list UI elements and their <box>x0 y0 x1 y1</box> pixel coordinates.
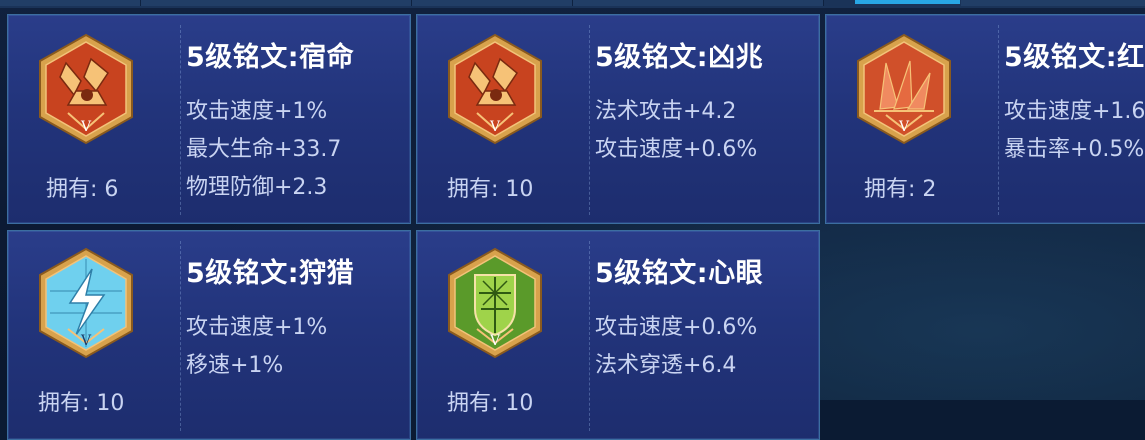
rune-stat: 攻击速度+1.6 <box>1004 99 1145 124</box>
rune-stat: 攻击速度+0.6% <box>595 315 758 340</box>
svg-text:V: V <box>489 333 501 349</box>
svg-text:V: V <box>80 119 92 135</box>
svg-text:V: V <box>489 119 501 135</box>
rune-title: 5级铭文:凶兆 <box>595 42 764 73</box>
card-divider <box>589 241 590 431</box>
owned-count: 拥有: 10 <box>447 391 534 416</box>
tab-segment[interactable] <box>412 0 573 6</box>
owned-count: 拥有: 2 <box>864 177 937 202</box>
red-petal-rune-icon: V <box>36 33 136 148</box>
rune-title: 5级铭文:红 <box>1004 42 1145 73</box>
rune-card[interactable]: V 5级铭文:凶兆 法术攻击+4.2 攻击速度+0.6% 拥有: 10 <box>416 14 820 224</box>
tab-segment[interactable] <box>0 0 141 6</box>
rune-stat: 移速+1% <box>186 353 284 378</box>
rune-stat: 攻击速度+1% <box>186 315 328 340</box>
card-divider <box>180 241 181 431</box>
rune-card[interactable]: V 5级铭文:宿命 攻击速度+1% 最大生命+33.7 物理防御+2.3 拥有:… <box>7 14 411 224</box>
rune-title: 5级铭文:心眼 <box>595 258 764 289</box>
card-divider <box>180 25 181 215</box>
card-divider <box>589 25 590 215</box>
owned-count: 拥有: 10 <box>38 391 125 416</box>
rune-stat: 物理防御+2.3 <box>186 175 328 200</box>
tab-active-indicator <box>855 0 960 4</box>
owned-count: 拥有: 6 <box>46 177 119 202</box>
rune-title: 5级铭文:狩猎 <box>186 258 355 289</box>
rune-card[interactable]: V 5级铭文:狩猎 攻击速度+1% 移速+1% 拥有: 10 <box>7 230 411 440</box>
svg-text:V: V <box>80 333 92 349</box>
green-shield-rune-icon: V <box>445 247 545 362</box>
tab-segment[interactable] <box>961 0 1145 6</box>
rune-stat: 攻击速度+0.6% <box>595 137 758 162</box>
card-divider <box>998 25 999 215</box>
owned-count: 拥有: 10 <box>447 177 534 202</box>
rune-card[interactable]: V 5级铭文:心眼 攻击速度+0.6% 法术穿透+6.4 拥有: 10 <box>416 230 820 440</box>
rune-stat: 法术穿透+6.4 <box>595 353 737 378</box>
rune-stat: 最大生命+33.7 <box>186 137 342 162</box>
blue-lightning-rune-icon: V <box>36 247 136 362</box>
svg-text:V: V <box>898 119 910 135</box>
red-petal-rune-icon: V <box>445 33 545 148</box>
tab-segment[interactable] <box>573 0 824 6</box>
rune-card[interactable]: V 5级铭文:红 攻击速度+1.6 暴击率+0.5% 拥有: 2 <box>825 14 1145 224</box>
red-fan-rune-icon: V <box>854 33 954 148</box>
rune-title: 5级铭文:宿命 <box>186 42 355 73</box>
tab-segment[interactable] <box>141 0 412 6</box>
rune-stat: 法术攻击+4.2 <box>595 99 737 124</box>
rune-stat: 暴击率+0.5% <box>1004 137 1145 162</box>
rune-stat: 攻击速度+1% <box>186 99 328 124</box>
top-tab-strip <box>0 0 1145 8</box>
